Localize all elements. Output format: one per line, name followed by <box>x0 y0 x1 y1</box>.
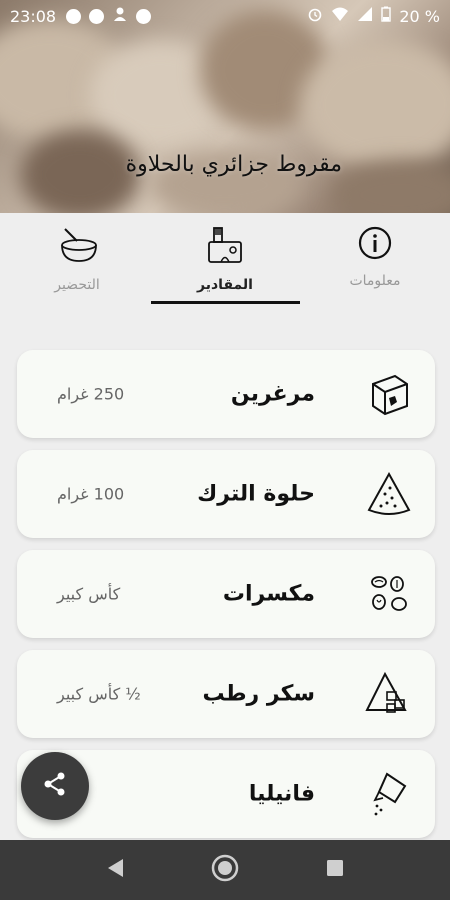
nav-back-button[interactable] <box>95 850 135 890</box>
recents-icon <box>325 858 345 882</box>
tab-ingredients-label: المقادير <box>197 277 253 293</box>
butter-block-icon <box>365 370 413 418</box>
ingredient-quantity: ½ كأس كبير <box>57 684 141 704</box>
share-button[interactable] <box>21 752 89 820</box>
tab-info-label: معلومات <box>349 273 401 289</box>
tab-preparation-label: التحضير <box>54 277 100 293</box>
facebook-icon <box>66 8 82 24</box>
ingredient-quantity: 250 غرام <box>57 384 125 404</box>
ingredients-icon <box>205 225 245 269</box>
system-navigation-bar <box>0 840 450 900</box>
sugar-icon <box>365 670 413 718</box>
nav-recents-button[interactable] <box>315 850 355 890</box>
back-icon <box>105 857 125 883</box>
ingredient-name: سكر رطب <box>202 681 315 707</box>
battery-percent: 20 % <box>399 6 440 26</box>
status-bar: 23:08 20 % <box>0 0 450 32</box>
home-icon <box>210 853 240 887</box>
nuts-icon <box>365 570 413 618</box>
recipe-title: مقروط جزائري بالحلاوة <box>125 152 342 177</box>
share-icon <box>42 771 68 801</box>
tab-info[interactable]: معلومات <box>320 225 430 305</box>
tab-preparation[interactable]: التحضير <box>22 225 132 305</box>
ingredient-name: فانيليا <box>248 781 315 807</box>
messenger-icon <box>136 8 152 24</box>
ingredient-card[interactable]: مكسرات كأس كبير <box>17 550 435 638</box>
ingredient-card[interactable]: حلوة الترك 100 غرام <box>17 450 435 538</box>
status-time: 23:08 <box>10 6 57 26</box>
ingredient-quantity: 100 غرام <box>57 484 125 504</box>
tab-ingredients[interactable]: المقادير <box>170 225 280 305</box>
ingredient-quantity: كأس كبير <box>57 584 121 604</box>
nav-home-button[interactable] <box>205 850 245 890</box>
mixing-bowl-icon <box>55 225 99 269</box>
recipe-tabs: معلومات المقادير التحضير <box>0 213 450 308</box>
ingredient-name: مرغرين <box>230 381 315 407</box>
ingredient-card[interactable]: مرغرين 250 غرام <box>17 350 435 438</box>
signal-icon <box>357 6 373 26</box>
info-icon <box>357 225 393 265</box>
ingredient-name: حلوة الترك <box>197 481 315 507</box>
battery-icon <box>381 6 392 26</box>
person-icon <box>112 6 128 26</box>
ingredient-card[interactable]: سكر رطب ½ كأس كبير <box>17 650 435 738</box>
wifi-icon <box>331 6 349 26</box>
active-tab-indicator <box>151 301 300 304</box>
halva-icon <box>365 470 413 518</box>
alarm-icon <box>307 6 323 26</box>
vanilla-icon <box>365 770 413 818</box>
pinterest-icon <box>89 8 105 24</box>
ingredient-name: مكسرات <box>222 581 315 607</box>
